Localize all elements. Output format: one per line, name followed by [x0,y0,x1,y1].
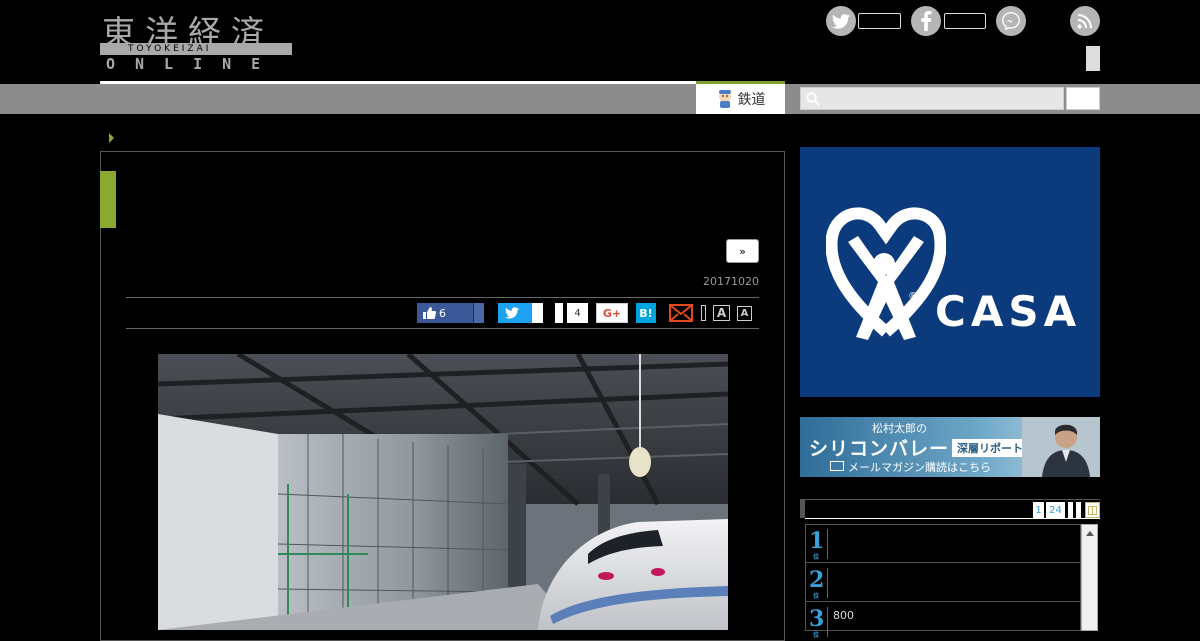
ranking-tab-1[interactable]: 1 [1033,502,1044,518]
twitter-follow-count[interactable] [858,13,901,29]
rank-number: 3位 [809,606,825,639]
hatena-count-button[interactable]: 4 [555,303,588,323]
ranking-scrollbar[interactable] [1081,524,1098,631]
silicon-valley-ad-banner[interactable]: 松村太郎の シリコンバレー 深層リポート メールマガジン購読はこちら [800,417,1100,477]
casa-logo-icon [826,207,946,340]
ad-headline: シリコンバレー [809,438,950,460]
font-size-large-button[interactable]: A [713,305,730,321]
logo-band: TOYOKEIZAI [100,43,292,55]
rss-icon[interactable] [1070,6,1100,36]
twitter-icon[interactable] [826,6,856,36]
train-mascot-icon [718,90,731,108]
ranking-list: 1位 2位 3位 800 [805,524,1081,639]
site-logo[interactable]: 東洋経済 TOYOKEIZAI ONLINE [100,6,292,73]
tab-railway-label: 鉄道 [737,92,766,108]
mail-icon [830,461,844,471]
grid-icon [1088,505,1097,515]
logo-online: ONLINE [106,55,281,73]
casa-brand: CASA [935,287,1082,336]
font-size-small-button[interactable]: A [737,306,752,321]
ranking-row[interactable]: 3位 800 [806,603,1080,641]
ranking-tab-more[interactable] [1085,502,1100,518]
search-button[interactable] [1066,87,1100,110]
share-bar-bottom-rule [126,328,759,329]
article-date: 20171020 [703,275,759,288]
mail-icon[interactable] [669,304,693,322]
search-icon [806,92,820,106]
share-bar-top-rule [126,297,759,298]
like-count: 6 [439,306,446,320]
author-photo [1022,417,1100,477]
hatena-count: 4 [567,303,588,323]
ranking-panel: 1 24 1位 2位 3位 800 [800,499,1100,639]
casa-ad-banner[interactable]: ® CASA [800,147,1100,397]
facebook-like-button[interactable]: 6 [417,303,484,323]
scroll-up-icon[interactable] [1086,531,1094,536]
ad-tag: 深層リポート [952,439,1028,457]
ranking-tab-3[interactable] [1068,502,1073,518]
header-menu-button[interactable] [1086,46,1100,71]
next-page-button[interactable]: » [726,239,759,263]
rank-title[interactable]: 800 [833,609,854,622]
casa-reg-mark: ® [908,291,918,302]
rank-number: 2位 [809,567,825,600]
ranking-row[interactable]: 1位 [806,525,1080,563]
article-photo [158,354,728,630]
twitter-bird-icon [505,307,519,319]
google-plus-button[interactable]: G+ [596,303,628,323]
ranking-tab-4[interactable] [1076,502,1081,518]
messenger-icon[interactable] [996,6,1026,36]
breadcrumb-arrow-icon [109,133,114,143]
ad-subscribe-text: メールマガジン購読はこちら [848,461,991,474]
tab-railway[interactable]: 鉄道 [696,81,785,114]
facebook-like-count[interactable] [944,13,986,29]
search-input[interactable] [800,87,1064,110]
ranking-tab-24[interactable]: 24 [1046,502,1065,518]
rank-number: 1位 [809,528,825,561]
facebook-icon[interactable] [911,6,941,36]
tweet-button[interactable] [498,303,543,323]
thumbs-up-icon [423,307,436,319]
ranking-row[interactable]: 2位 [806,564,1080,602]
share-divider [701,305,706,321]
title-accent-bar [100,171,116,228]
hatena-bookmark-button[interactable]: B! [636,303,656,323]
